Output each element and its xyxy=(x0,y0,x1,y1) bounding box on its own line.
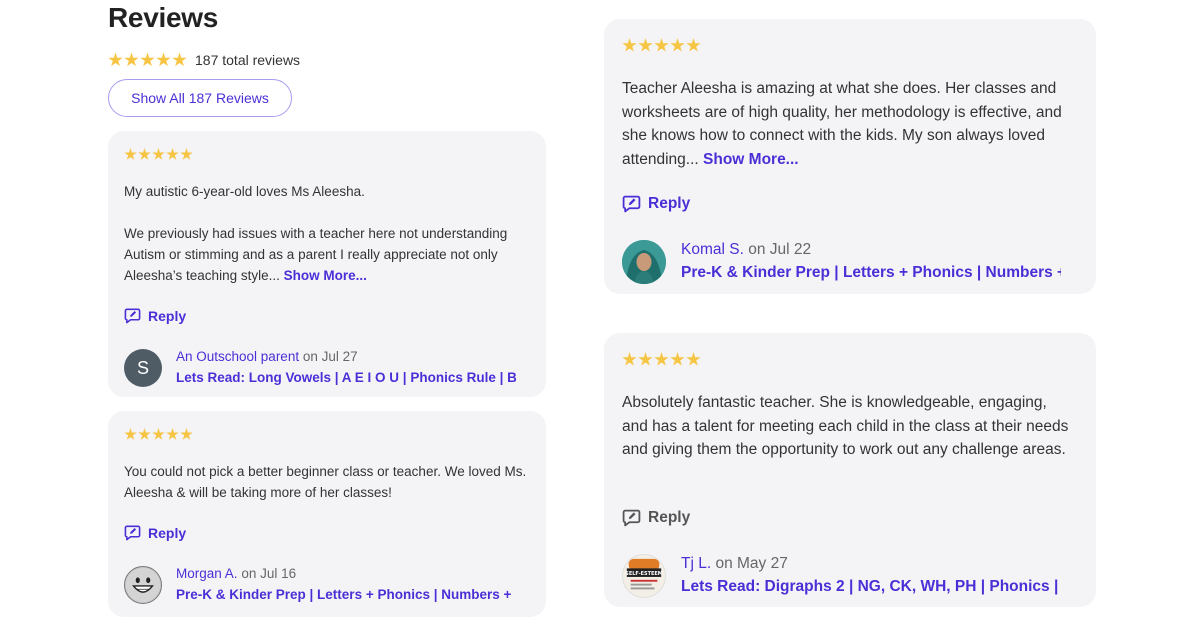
class-link[interactable]: Lets Read: Long Vowels | A E I O U | Pho… xyxy=(176,367,516,389)
review-author: SELF-ESTEEM Tj L. on May 27 Lets Read: D… xyxy=(622,552,1061,599)
star-icon xyxy=(124,428,137,440)
show-more-link[interactable]: Show More... xyxy=(703,151,799,168)
class-link[interactable]: Pre-K & Kinder Prep | Letters + Phonics … xyxy=(681,261,1061,285)
rating-summary: 187 total reviews xyxy=(108,52,300,68)
star-icon xyxy=(138,148,151,160)
reply-label: Reply xyxy=(148,307,187,324)
review-paragraph: My autistic 6-year-old loves Ms Aleesha. xyxy=(124,184,365,199)
star-icon xyxy=(654,38,669,52)
review-text: Teacher Aleesha is amazing at what she d… xyxy=(622,77,1072,171)
review-author: S An Outschool parent on Jul 27 Lets Rea… xyxy=(124,347,516,389)
avatar[interactable]: SELF-ESTEEM xyxy=(622,553,666,598)
reply-button[interactable]: Reply xyxy=(124,524,186,541)
review-paragraph: Teacher Aleesha is amazing at what she d… xyxy=(622,80,1062,168)
review-text: Absolutely fantastic teacher. She is kno… xyxy=(622,391,1072,462)
review-paragraph: You could not pick a better beginner cla… xyxy=(124,464,527,500)
total-reviews-count: 187 total reviews xyxy=(195,52,301,68)
reply-label: Reply xyxy=(648,508,691,526)
star-icon xyxy=(686,38,701,52)
review-author: Komal S. on Jul 22 Pre-K & Kinder Prep |… xyxy=(622,238,1061,285)
star-icon xyxy=(622,38,637,52)
star-icon xyxy=(638,38,653,52)
reply-icon xyxy=(124,525,141,541)
avatar-letter: S xyxy=(136,357,149,378)
review-date: on Jul 27 xyxy=(302,349,358,364)
star-icon xyxy=(654,352,669,366)
star-icon xyxy=(638,352,653,366)
review-date: on Jul 16 xyxy=(241,566,297,581)
class-link[interactable]: Lets Read: Digraphs 2 | NG, CK, WH, PH |… xyxy=(681,575,1061,599)
svg-text:SELF-ESTEEM: SELF-ESTEEM xyxy=(625,571,662,577)
review-card: Absolutely fantastic teacher. She is kno… xyxy=(604,333,1096,607)
reply-button[interactable]: Reply xyxy=(622,508,690,527)
review-text: You could not pick a better beginner cla… xyxy=(124,461,534,503)
reply-icon xyxy=(622,195,641,213)
smiley-face-icon xyxy=(125,567,161,603)
star-icon xyxy=(686,352,701,366)
reply-icon xyxy=(622,509,641,527)
reply-label: Reply xyxy=(148,524,187,541)
star-icon xyxy=(138,428,151,440)
reply-icon xyxy=(124,308,141,324)
star-icon xyxy=(622,352,637,366)
review-paragraph: We previously had issues with a teacher … xyxy=(124,226,508,283)
star-icon xyxy=(166,148,179,160)
avatar[interactable] xyxy=(622,239,666,284)
star-icon xyxy=(670,352,685,366)
star-icon xyxy=(180,148,193,160)
review-stars xyxy=(124,428,193,441)
author-name[interactable]: Tj L. xyxy=(681,555,711,572)
star-icon xyxy=(156,52,171,67)
avatar[interactable] xyxy=(124,566,162,604)
review-date: on May 27 xyxy=(715,555,788,572)
review-stars xyxy=(124,148,193,161)
star-icon xyxy=(124,52,139,67)
avatar[interactable]: S xyxy=(124,349,162,387)
star-icon xyxy=(172,52,187,67)
review-card: My autistic 6-year-old loves Ms Aleesha.… xyxy=(108,131,546,397)
review-stars xyxy=(622,38,701,53)
star-icon xyxy=(166,428,179,440)
star-icon xyxy=(140,52,155,67)
class-link[interactable]: Pre-K & Kinder Prep | Letters + Phonics … xyxy=(176,584,516,606)
star-icon xyxy=(152,148,165,160)
review-paragraph: Absolutely fantastic teacher. She is kno… xyxy=(622,394,1069,458)
review-author: Morgan A. on Jul 16 Pre-K & Kinder Prep … xyxy=(124,564,516,606)
star-icon xyxy=(124,148,137,160)
reply-label: Reply xyxy=(648,194,691,212)
review-card: You could not pick a better beginner cla… xyxy=(108,411,546,617)
star-icon xyxy=(180,428,193,440)
show-more-link[interactable]: Show More... xyxy=(284,268,367,283)
profile-photo-icon xyxy=(622,239,666,284)
page-title: Reviews xyxy=(108,2,218,33)
show-all-reviews-button[interactable]: Show All 187 Reviews xyxy=(108,79,292,117)
star-icon xyxy=(670,38,685,52)
star-icon xyxy=(108,52,123,67)
reply-button[interactable]: Reply xyxy=(124,307,186,324)
reply-button[interactable]: Reply xyxy=(622,194,690,213)
rating-stars xyxy=(108,52,187,68)
star-icon xyxy=(152,428,165,440)
self-esteem-book-icon: SELF-ESTEEM xyxy=(623,554,665,597)
author-name[interactable]: An Outschool parent xyxy=(176,349,299,364)
review-date: on Jul 22 xyxy=(748,241,812,258)
review-card: Teacher Aleesha is amazing at what she d… xyxy=(604,19,1096,294)
review-stars xyxy=(622,352,701,367)
author-name[interactable]: Morgan A. xyxy=(176,566,238,581)
author-name[interactable]: Komal S. xyxy=(681,241,744,258)
review-text: My autistic 6-year-old loves Ms Aleesha.… xyxy=(124,181,534,286)
